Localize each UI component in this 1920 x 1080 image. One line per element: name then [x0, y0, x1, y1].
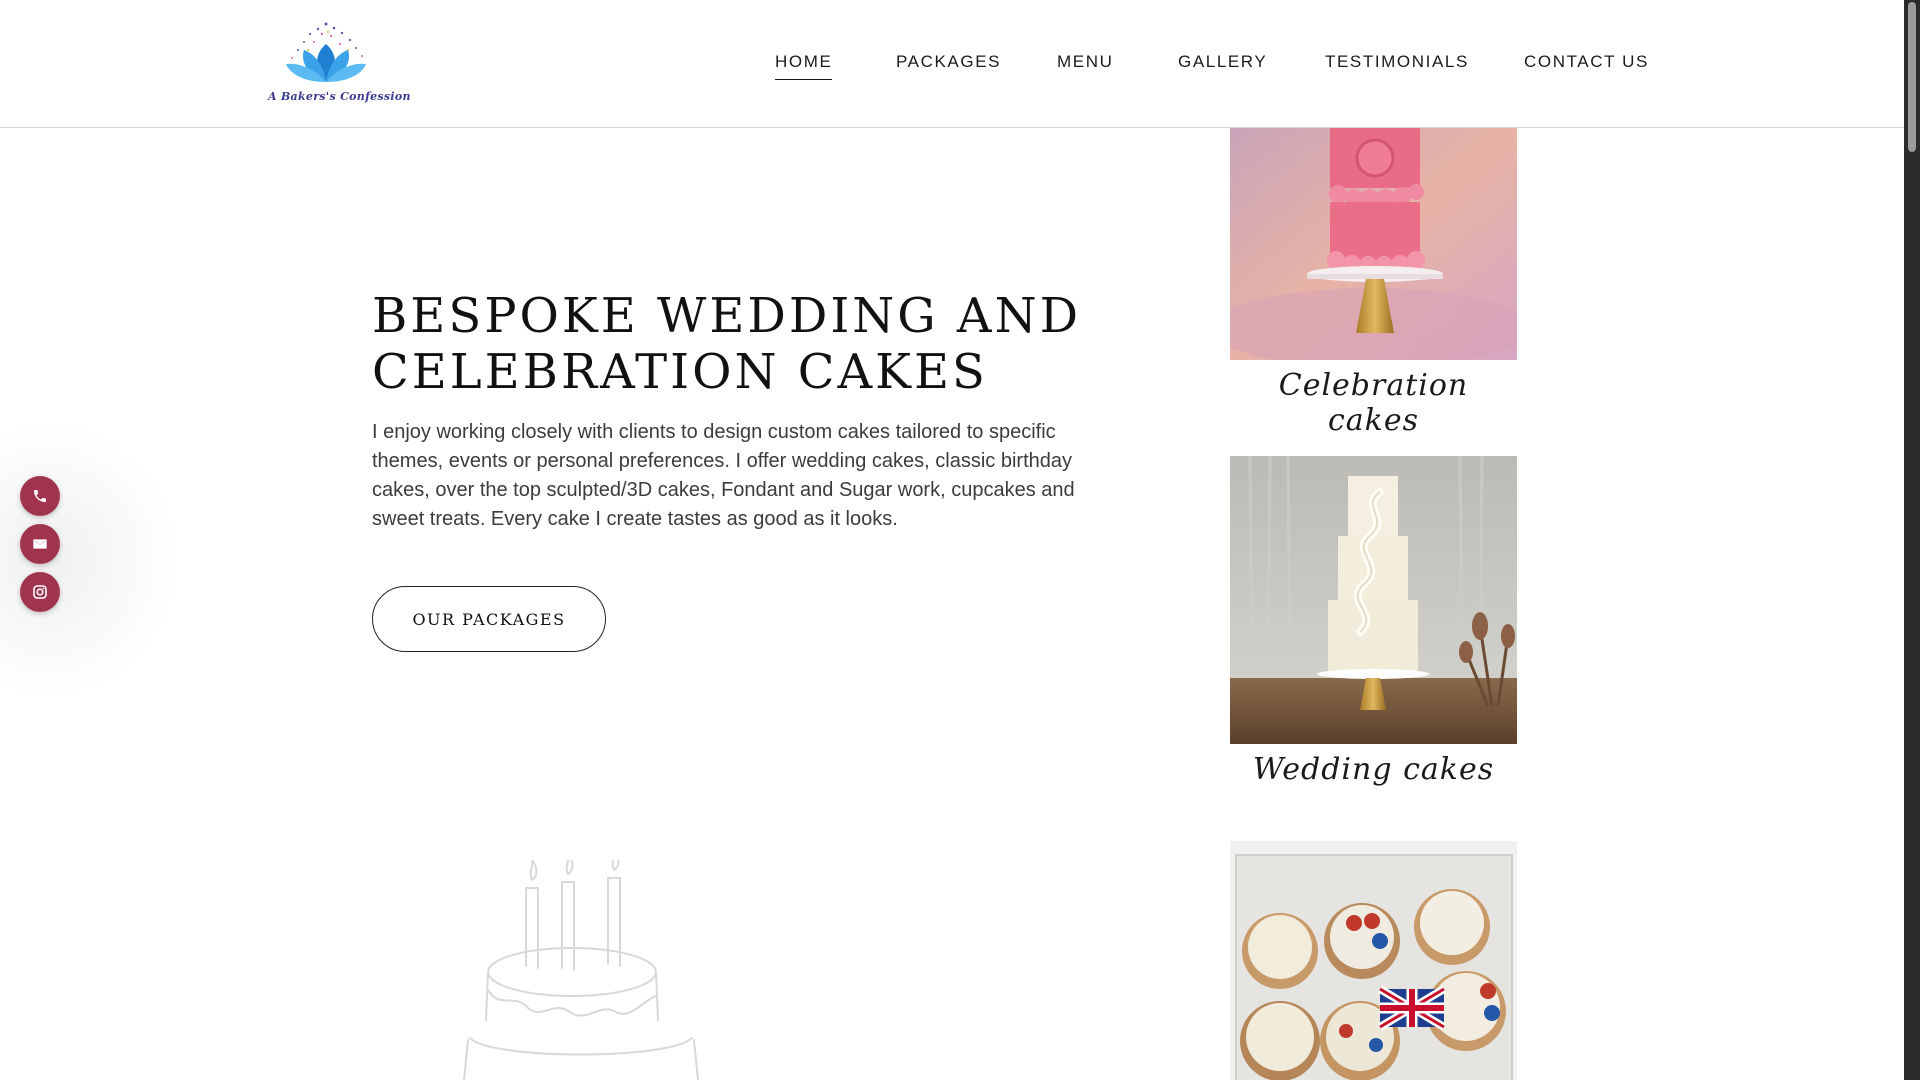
phone-icon	[34, 490, 46, 502]
instagram-icon	[33, 585, 47, 599]
cupcakes-image[interactable]	[1230, 841, 1517, 1080]
white-wedding-cake-photo	[1230, 456, 1517, 744]
email-button[interactable]	[20, 524, 60, 564]
nav-testimonials[interactable]: TESTIMONIALS	[1325, 52, 1469, 72]
our-packages-button[interactable]: OUR PACKAGES	[372, 586, 606, 652]
lotus-logo-icon	[286, 22, 366, 82]
hero-title: BESPOKE WEDDING AND CELEBRATION CAKES	[372, 288, 1082, 400]
wedding-cakes-caption[interactable]: Wedding cakes	[1230, 752, 1517, 787]
nav-gallery[interactable]: GALLERY	[1178, 52, 1267, 72]
celebration-cake-image[interactable]	[1230, 128, 1517, 360]
cake-line-art-icon	[463, 860, 699, 1080]
nav-packages[interactable]: PACKAGES	[896, 52, 1001, 72]
nav-contact-us[interactable]: CONTACT US	[1524, 52, 1649, 72]
nav-home[interactable]: HOME	[775, 52, 833, 80]
pink-cake-photo	[1230, 128, 1517, 360]
nav-menu[interactable]: MENU	[1057, 52, 1113, 72]
phone-button[interactable]	[20, 476, 60, 516]
hero-description: I enjoy working closely with clients to …	[372, 421, 1075, 530]
site-header: A Bakers's Confession HOME PACKAGES MENU…	[0, 0, 1904, 128]
logo-text: A Bakers's Confession	[268, 90, 411, 103]
cupcakes-box-photo	[1230, 841, 1517, 1080]
scrollbar-thumb[interactable]	[1908, 2, 1916, 152]
email-icon	[33, 539, 47, 549]
celebration-cakes-caption[interactable]: Celebration cakes	[1230, 368, 1517, 438]
site-logo[interactable]: A Bakers's Confession	[268, 20, 411, 108]
instagram-button[interactable]	[20, 572, 60, 612]
wedding-cake-image[interactable]	[1230, 456, 1517, 744]
page-scrollbar[interactable]	[1904, 0, 1920, 1080]
